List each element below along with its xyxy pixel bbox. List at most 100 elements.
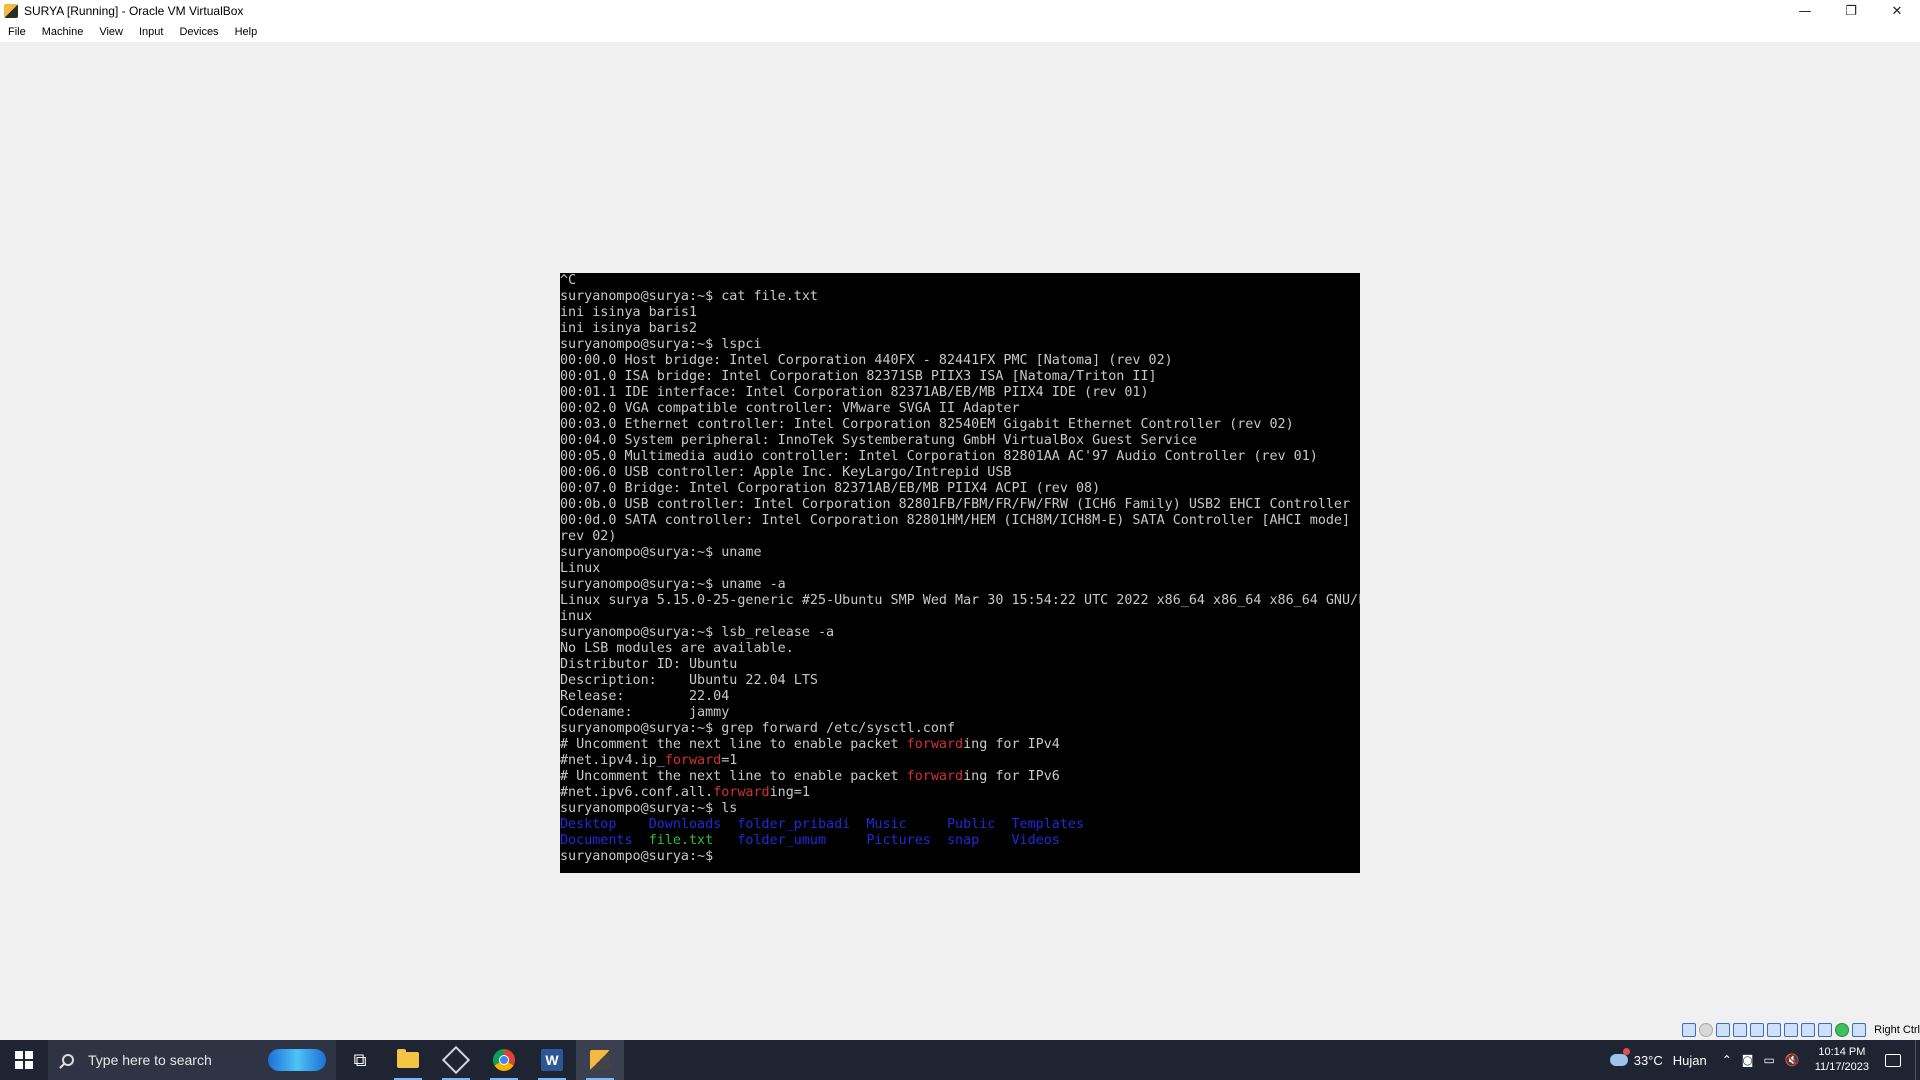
taskbar-chrome[interactable]: [480, 1040, 528, 1080]
minimize-button[interactable]: —: [1782, 0, 1828, 22]
prompt-text: suryanompo@surya:~$: [560, 849, 722, 864]
ls-output-row: Desktop Downloads folder_pribadi Music P…: [560, 817, 1360, 833]
terminal-line: 00:05.0 Multimedia audio controller: Int…: [560, 449, 1318, 464]
grep-text: # Uncomment the next line to enable pack…: [560, 737, 907, 752]
terminal-line: 00:0b.0 USB controller: Intel Corporatio…: [560, 497, 1351, 512]
ls-directory-entry: Videos: [1011, 833, 1060, 848]
ls-directory-entry: Templates: [1011, 817, 1085, 832]
taskbar-virtualbox-manager[interactable]: [432, 1040, 480, 1080]
mouse-integration-icon[interactable]: [1852, 1023, 1867, 1037]
search-placeholder: Type here to search: [88, 1052, 212, 1068]
search-highlight-icon[interactable]: [268, 1049, 326, 1071]
title-bar: SURYA [Running] - Oracle VM VirtualBox —…: [0, 0, 1920, 22]
guest-additions-icon[interactable]: [1835, 1023, 1850, 1037]
vm-status-bar: Right Ctrl: [0, 1020, 1920, 1040]
terminal-line: Linux surya 5.15.0-25-generic #25-Ubuntu…: [560, 593, 1360, 608]
optical-drive-icon[interactable]: [1699, 1023, 1714, 1037]
ls-directory-entry: Desktop: [560, 817, 617, 832]
status-icons: [1682, 1023, 1867, 1037]
audio-icon[interactable]: [1716, 1023, 1731, 1037]
menu-devices[interactable]: Devices: [171, 26, 226, 38]
grep-match-highlight: forward: [664, 753, 722, 768]
hard-disk-icon[interactable]: [1682, 1023, 1697, 1037]
file-explorer-icon: [397, 1049, 419, 1068]
windows-logo-icon: [15, 1051, 33, 1069]
terminal-line: inux: [560, 609, 593, 624]
taskbar-vm-window[interactable]: [576, 1040, 624, 1080]
ls-spacing: [907, 817, 947, 832]
ls-directory-entry: snap: [947, 833, 980, 848]
taskbar-word[interactable]: W: [528, 1040, 576, 1080]
video-capture-icon[interactable]: [1801, 1023, 1816, 1037]
terminal-line: rev 02): [560, 529, 617, 544]
taskbar-search-box[interactable]: Type here to search: [48, 1040, 336, 1080]
virtualbox-manager-icon: [441, 1045, 471, 1075]
clock[interactable]: 10:14 PM 11/17/2023: [1815, 1045, 1869, 1075]
restore-button[interactable]: ❐: [1828, 0, 1874, 22]
vm-window-icon: [590, 1050, 610, 1070]
terminal-line: suryanompo@surya:~$ uname -a: [560, 577, 786, 592]
ls-spacing: [713, 833, 737, 848]
terminal-grep-line: # Uncomment the next line to enable pack…: [560, 769, 1360, 785]
grep-text: ing for IPv4: [963, 737, 1060, 752]
start-button[interactable]: [0, 1040, 48, 1080]
terminal-line: 00:06.0 USB controller: Apple Inc. KeyLa…: [560, 465, 1012, 480]
menu-input[interactable]: Input: [131, 26, 171, 38]
usb-icon[interactable]: [1750, 1023, 1765, 1037]
ls-directory-entry: Documents: [560, 833, 633, 848]
host-key-label[interactable]: Right Ctrl: [1874, 1024, 1920, 1036]
cpu-icon[interactable]: [1818, 1023, 1833, 1037]
terminal-line: ini isinya baris2: [560, 321, 698, 336]
weather-temperature[interactable]: 33°C: [1634, 1053, 1663, 1068]
grep-text: #net.ipv6.conf.all.: [560, 785, 714, 800]
ls-spacing: [721, 817, 737, 832]
terminal-line: Linux: [560, 561, 601, 576]
volume-muted-icon[interactable]: 🔇: [1785, 1053, 1800, 1067]
vm-terminal-screen[interactable]: ^C suryanompo@surya:~$ cat file.txt ini is…: [560, 273, 1360, 873]
ls-directory-entry: Pictures: [866, 833, 931, 848]
task-view-button[interactable]: ⧉: [336, 1040, 384, 1080]
show-desktop-button[interactable]: [1915, 1040, 1920, 1080]
grep-text: =1: [721, 753, 738, 768]
ls-spacing: [826, 833, 866, 848]
ls-directory-entry: folder_umum: [737, 833, 827, 848]
terminal-line: suryanompo@surya:~$ uname: [560, 545, 762, 560]
terminal-line: No LSB modules are available.: [560, 641, 794, 656]
grep-text: # Uncomment the next line to enable pack…: [560, 769, 907, 784]
terminal-line: Codename: jammy: [560, 705, 730, 720]
grep-text: ing=1: [769, 785, 810, 800]
menu-help[interactable]: Help: [227, 26, 266, 38]
chevron-up-icon[interactable]: ⌃: [1722, 1053, 1732, 1067]
shared-folders-icon[interactable]: [1767, 1023, 1782, 1037]
terminal-line: 00:01.0 ISA bridge: Intel Corporation 82…: [560, 369, 1157, 384]
taskbar-file-explorer[interactable]: [384, 1040, 432, 1080]
ls-spacing: [616, 817, 648, 832]
search-icon: [62, 1054, 74, 1066]
terminal-line: Release: 22.04: [560, 689, 730, 704]
terminal-line: 00:03.0 Ethernet controller: Intel Corpo…: [560, 417, 1294, 432]
network-tray-icon[interactable]: ▭: [1763, 1053, 1774, 1067]
menu-view[interactable]: View: [91, 26, 131, 38]
network-icon[interactable]: [1733, 1023, 1748, 1037]
notifications-icon[interactable]: [1885, 1053, 1901, 1067]
menu-file[interactable]: File: [0, 26, 34, 38]
terminal-line: 00:00.0 Host bridge: Intel Corporation 4…: [560, 353, 1173, 368]
ls-directory-entry: Downloads: [648, 817, 722, 832]
weather-description[interactable]: Hujan: [1673, 1053, 1707, 1068]
ls-output-row: Documents file.txt folder_umum Pictures …: [560, 833, 1360, 849]
terminal-line: suryanompo@surya:~$ cat file.txt: [560, 289, 818, 304]
terminal-line: suryanompo@surya:~$ lspci: [560, 337, 762, 352]
window-controls: — ❐ ✕: [1782, 0, 1920, 22]
menu-bar: File Machine View Input Devices Help: [0, 22, 1920, 43]
terminal-line: 00:0d.0 SATA controller: Intel Corporati…: [560, 513, 1360, 528]
terminal-grep-line: #net.ipv6.conf.all.forwarding=1: [560, 785, 1360, 801]
close-button[interactable]: ✕: [1874, 0, 1920, 22]
ls-spacing: [931, 833, 947, 848]
display-icon[interactable]: [1784, 1023, 1799, 1037]
weather-icon[interactable]: [1609, 1048, 1630, 1066]
terminal-line: 00:02.0 VGA compatible controller: VMwar…: [560, 401, 1020, 416]
terminal-line: Distributor ID: Ubuntu: [560, 657, 738, 672]
ls-directory-entry: folder_pribadi: [737, 817, 851, 832]
menu-machine[interactable]: Machine: [34, 26, 92, 38]
meet-now-icon[interactable]: ◙: [1742, 1053, 1754, 1067]
